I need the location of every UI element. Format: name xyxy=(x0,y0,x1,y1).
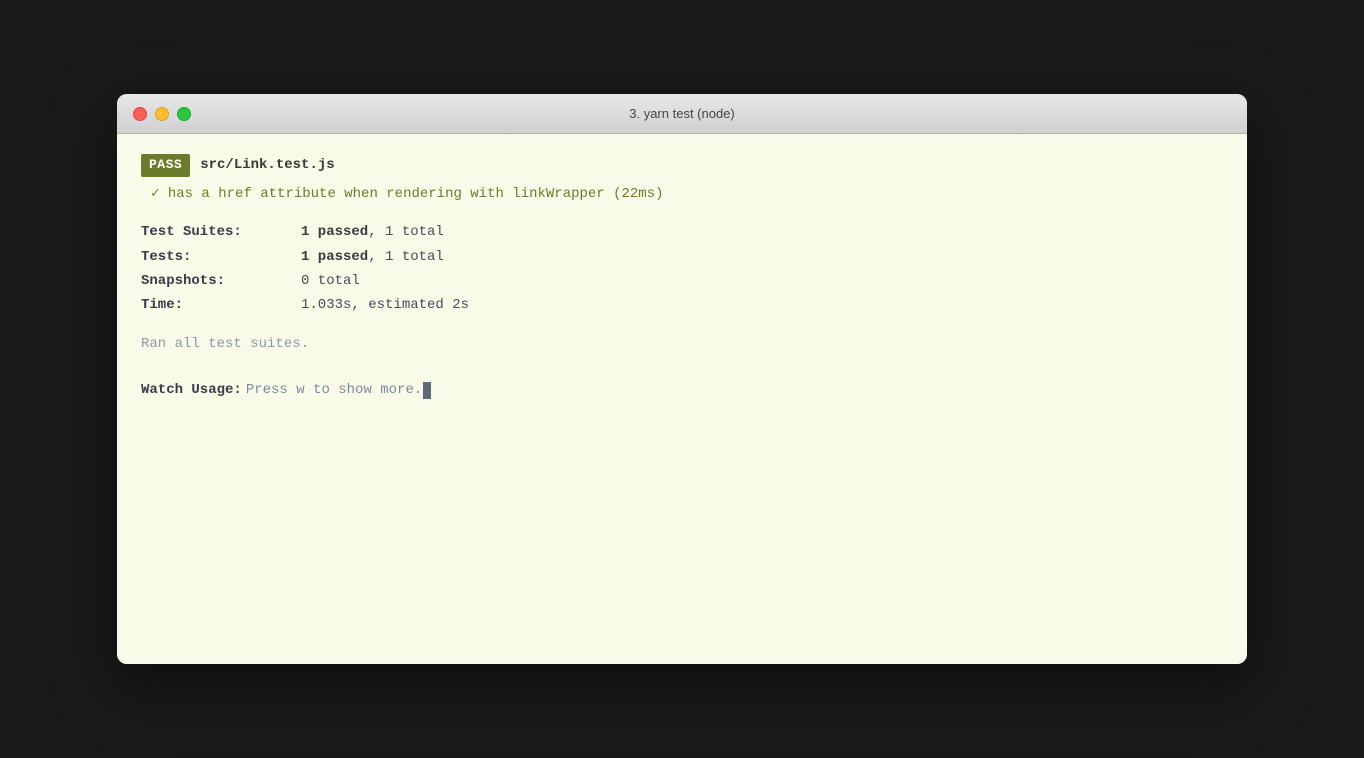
pass-file: src/Link.test.js xyxy=(200,154,334,176)
ran-all-text: Ran all test suites. xyxy=(141,333,1223,355)
close-button[interactable] xyxy=(133,107,147,121)
watch-usage-value: Press w to show more. xyxy=(246,379,422,401)
terminal-body: PASS src/Link.test.js ✓ has a href attri… xyxy=(117,134,1247,664)
minimize-button[interactable] xyxy=(155,107,169,121)
pass-file-prefix: src/ xyxy=(200,157,234,173)
stat-suites-value: 1 passed, 1 total xyxy=(301,221,444,243)
watch-usage-label: Watch Usage: xyxy=(141,379,242,401)
pass-file-name: Link.test.js xyxy=(234,157,335,173)
traffic-lights xyxy=(133,107,191,121)
terminal-window: 3. yarn test (node) PASS src/Link.test.j… xyxy=(117,94,1247,664)
stat-row-snapshots: Snapshots: 0 total xyxy=(141,270,1223,292)
stat-time-value: 1.033s, estimated 2s xyxy=(301,294,469,316)
titlebar: 3. yarn test (node) xyxy=(117,94,1247,134)
stat-suites-bold: 1 passed xyxy=(301,224,368,240)
stat-row-suites: Test Suites: 1 passed, 1 total xyxy=(141,221,1223,243)
stat-snapshots-value: 0 total xyxy=(301,270,360,292)
watch-usage-line: Watch Usage: Press w to show more. xyxy=(141,379,1223,401)
stat-snapshots-label: Snapshots: xyxy=(141,270,301,292)
stat-tests-label: Tests: xyxy=(141,246,301,268)
stat-tests-value: 1 passed, 1 total xyxy=(301,246,444,268)
window-title: 3. yarn test (node) xyxy=(629,106,735,121)
pass-line: PASS src/Link.test.js xyxy=(141,154,1223,177)
stat-time-label: Time: xyxy=(141,294,301,316)
stats-section: Test Suites: 1 passed, 1 total Tests: 1 … xyxy=(141,221,1223,317)
terminal-cursor xyxy=(423,382,431,399)
stat-row-tests: Tests: 1 passed, 1 total xyxy=(141,246,1223,268)
pass-badge: PASS xyxy=(141,154,190,177)
stat-row-time: Time: 1.033s, estimated 2s xyxy=(141,294,1223,316)
stat-suites-label: Test Suites: xyxy=(141,221,301,243)
test-result-line: ✓ has a href attribute when rendering wi… xyxy=(141,183,1223,205)
maximize-button[interactable] xyxy=(177,107,191,121)
stat-tests-bold: 1 passed xyxy=(301,249,368,265)
